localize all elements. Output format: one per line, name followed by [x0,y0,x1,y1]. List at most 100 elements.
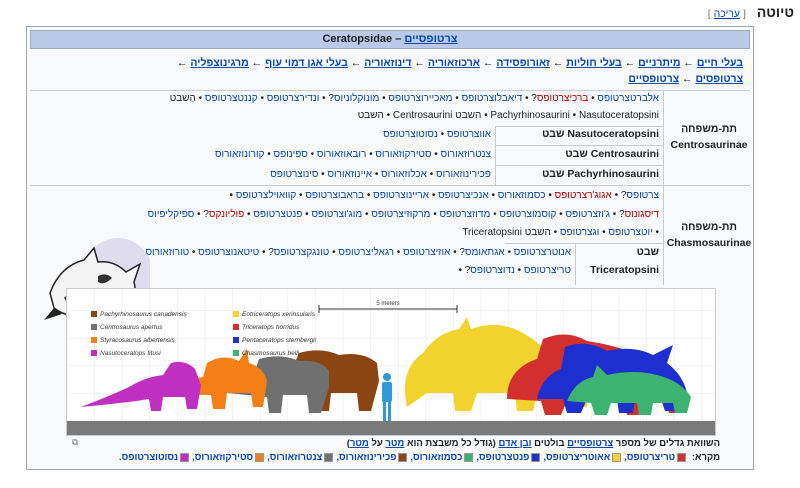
genus-link[interactable]: צנטרוזאורוס [441,149,491,160]
genus-link[interactable]: טורוזאורוס [145,247,189,258]
key-label: מקרא: [691,452,720,463]
lineage-link[interactable]: בעלי אגן דמוי עוף [265,57,348,69]
lineage-link[interactable]: מיתרניים [638,57,680,69]
genus-redlink[interactable]: דיסגונוס [625,209,659,220]
legend-left: Pachyrhinosaurus canadensis Centrosaurus… [91,311,187,357]
key-item: טריצרטופס, [624,452,687,463]
genus-redlink[interactable]: פוליונקס [209,209,244,220]
genus-link[interactable]: אוזיצרטופס [403,247,450,258]
lineage-link[interactable]: דינוזאוריה [364,57,411,69]
human-leg [383,401,386,421]
genus-link[interactable]: מדוזצרטופס [440,209,491,220]
separator: • [264,149,274,160]
genera-line: פכירינוזאורוס • אכלוזאורוס • איינוזאורוס… [270,169,491,180]
genus-link[interactable]: טיטאנוצרטופס [198,247,259,258]
size-comparison-image[interactable]: 5 meters Pachyrhinosaurus canadensis Cen… [66,288,716,436]
separator: • [437,129,447,140]
taxobox-title-latin: Ceratopsidae – [322,33,405,45]
key-swatch [464,452,474,462]
lineage-link[interactable]: בעלי חוליות [566,57,622,69]
caption-link-ceratopsids[interactable]: צרטופסיים [567,438,613,449]
genus-link[interactable]: מוג'וצרטופס [311,209,362,220]
genera-line: • יוטצרטופס • וגצרטופס • השבט Triceratop… [462,227,659,238]
genus-link[interactable]: אנכיצרטופס [438,190,489,201]
key-link[interactable]: פכירינוזאורוס, [336,452,396,463]
legend-item: Chasmosaurus belli [233,350,316,357]
separator: • [488,190,498,201]
genus-link[interactable]: סינוצרטופס [270,169,318,180]
caption-link-meter[interactable]: מטר [385,438,404,449]
key-item: נסוטוצרטופס. [119,452,190,463]
genus-link[interactable]: אנוטרצרטופס [514,247,571,258]
genus-link[interactable]: וגצרטופס [560,227,599,238]
genus-redlink[interactable]: אגוג'רצרטופס [555,190,612,201]
genus-link[interactable]: ספיקליפיוס [148,209,195,220]
caption-link-meter[interactable]: מטר [350,438,369,449]
genus-link[interactable]: קננטצרטופס [205,93,258,104]
genus-link[interactable]: טונגקצרטופס [274,247,330,258]
lineage-link[interactable]: מרגינוצפליה [190,57,248,69]
lineage-link[interactable]: צרטופסים [695,73,743,85]
genera-line: צרטופס? • אגוג'רצרטופס • כסמוזאורוס • אנ… [230,190,659,201]
lineage-link[interactable]: זאורופסידה [496,57,550,69]
lineage-arrow: ← [549,57,567,69]
key-link[interactable]: כסמוזאורוס, [410,452,462,463]
lineage-arrow: ← [621,57,639,69]
key-link[interactable]: פנטצרטופס, [476,452,529,463]
lineage-link[interactable]: צרטופסיים [628,73,679,85]
enlarge-icon[interactable]: ⧉ [72,437,78,448]
genus-link[interactable]: קורונוזאורוס [215,149,265,160]
separator: • [244,209,254,220]
genus-link[interactable]: נסוטוצרטופס [383,129,438,140]
genus-link[interactable]: מאכיירוצרטופס [388,93,452,104]
genus-link[interactable]: צרטופס [626,190,659,201]
lineage-link[interactable]: ארכוזאוריה [428,57,480,69]
genus-link[interactable]: דיאבלוצרטופס [462,93,523,104]
genus-link[interactable]: אריינוצרטופס [373,190,429,201]
lineage-arrow: ← [479,57,497,69]
genus-link[interactable]: אכלוזאורוס [381,169,427,180]
genus-link[interactable]: כסמוזאורוס [498,190,546,201]
lineage-link[interactable]: בעלי חיים [697,57,743,69]
genus-link[interactable]: אווצרטופס [447,129,491,140]
genus-link[interactable]: קוסמוצרטופס [499,209,556,220]
genus-link[interactable]: נדוצרטופס [470,265,515,276]
genus-link[interactable]: אלברטצרטופס [597,93,659,104]
legend-swatch [233,311,239,318]
genus-link[interactable]: אגתאומס [465,247,505,258]
genus-link[interactable]: ג'וזצרטופס [565,209,610,220]
caption-link-human[interactable]: ובן אדם [499,438,532,449]
key-item: פנטצרטופס, [476,452,541,463]
genus-link[interactable]: פנטצרטופס [253,209,302,220]
genus-link[interactable]: איינוזאורוס [327,169,372,180]
separator: ? • [194,209,209,220]
lineage-arrow: ← [248,57,266,69]
genus-link[interactable]: מונוקלוניוס [334,93,379,104]
genus-link[interactable]: טריצרטופס [524,265,571,276]
key-swatch [255,452,265,462]
key-link[interactable]: נסוטוצרטופס. [119,452,178,463]
separator: • השבט [357,110,393,121]
genus-link[interactable]: ונדירצרטופס [267,93,320,104]
key-link[interactable]: טריצרטופס, [624,452,675,463]
genus-link[interactable]: בראבוצרטופס [305,190,364,201]
edit-section-link[interactable]: [ עריכה ] [708,8,746,20]
lineage-arrow: ← [411,57,428,69]
genus-link[interactable]: ספינופס [274,149,308,160]
genus-redlink[interactable]: ברכיצרטופס [537,93,588,104]
genus-link[interactable]: מרקוזיצרטופס [371,209,430,220]
taxobox-title-hebrew-link[interactable]: צרטופסיים [404,33,457,45]
edit-link[interactable]: עריכה [714,8,740,20]
genus-link[interactable]: רגאליצרטופס [338,247,394,258]
key-link[interactable]: סטירקוזאורוס, [192,452,253,463]
genus-link[interactable]: קוואוילצרטופס [236,190,296,201]
tribe-label: שבט [636,246,659,258]
legend-item: Pachyrhinosaurus canadensis [91,311,187,318]
key-link[interactable]: צנטרוזאורוס, [267,452,322,463]
genus-link[interactable]: יוטצרטופס [608,227,652,238]
divider [575,243,576,285]
genus-link[interactable]: רובאוזאורוס [317,149,366,160]
genus-link[interactable]: פכירינוזאורוס [436,169,491,180]
genus-link[interactable]: סטירקוזאורוס [375,149,431,160]
key-link[interactable]: אאוטריצרטופס, [543,452,610,463]
